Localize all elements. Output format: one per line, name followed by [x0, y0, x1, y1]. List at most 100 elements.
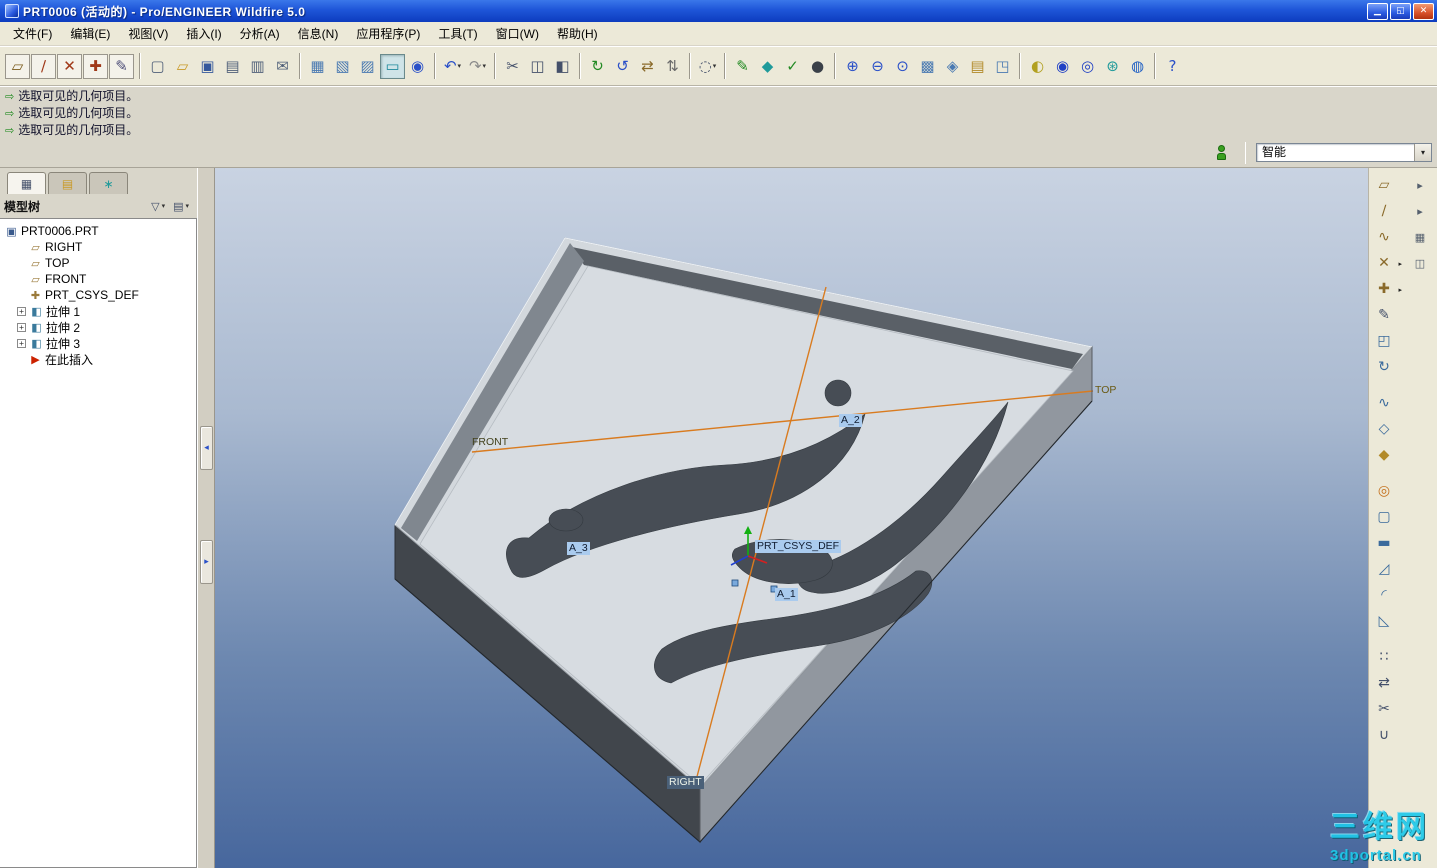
extrude-tool-button[interactable]: ◰ [1372, 329, 1396, 353]
datum-csys-tool-button[interactable]: ✚ ▸ [1372, 277, 1402, 301]
tree-item-extrude-3[interactable]: + ◧ 拉伸 3 [4, 335, 196, 351]
draft-tool-button[interactable]: ◿ [1372, 557, 1396, 581]
print-preview-button[interactable]: ▥ [245, 54, 270, 79]
splitter-expand-button[interactable]: ▸ [200, 540, 213, 584]
datum-axis-display-button[interactable]: ∕ [31, 53, 56, 79]
web-browser-button[interactable]: ◍ [1125, 54, 1150, 79]
print-button[interactable]: ▤ [220, 54, 245, 79]
tree-item-part[interactable]: ▣ PRT0006.PRT [4, 223, 196, 239]
open-file-button[interactable]: ▱ [170, 54, 195, 79]
menu-applications[interactable]: 应用程序(P) [347, 22, 429, 46]
zoom-out-button[interactable]: ⊖ [865, 54, 890, 79]
view-manager-button[interactable]: ◳ [990, 54, 1015, 79]
datum-point-display-button[interactable]: ✕ [57, 53, 82, 79]
regenerate-button[interactable]: ↻ [585, 54, 610, 79]
axis-label-a2[interactable]: A_2 [839, 414, 862, 427]
cutout-hole-a2[interactable] [824, 379, 852, 407]
datum-label-front[interactable]: FRONT [470, 436, 510, 449]
annotation-display-button[interactable]: ✎ [109, 53, 134, 79]
menu-help[interactable]: 帮助(H) [548, 22, 607, 46]
save-file-button[interactable]: ▣ [195, 54, 220, 79]
expand-icon[interactable]: + [17, 322, 26, 332]
shell-tool-button[interactable]: ▢ [1372, 505, 1396, 529]
context-help-button[interactable]: ? [1160, 54, 1185, 79]
menu-tools[interactable]: 工具(T) [429, 22, 486, 46]
datum-csys-display-button[interactable]: ✚ [83, 53, 108, 79]
selection-filter-combo[interactable]: 智能 ▾ [1256, 143, 1432, 162]
merge-tool-button[interactable]: ∪ [1372, 723, 1396, 747]
model-cleanup-button[interactable]: ⇅ [660, 54, 685, 79]
spin-center-button[interactable]: ◉ [405, 54, 430, 79]
flyout-chevron-button[interactable]: ▸ [1409, 200, 1431, 222]
restore-button[interactable]: ◱ [1390, 2, 1411, 20]
datum-label-top[interactable]: TOP [1093, 384, 1118, 397]
tree-item-extrude-1[interactable]: + ◧ 拉伸 1 [4, 303, 196, 319]
axis-label-a1[interactable]: A_1 [775, 588, 798, 601]
3d-viewport[interactable]: FRONT TOP RIGHT PRT_CSYS_DEF A_1 A_2 A_3 [215, 168, 1368, 868]
perspective-view-button[interactable]: ◎ [1075, 54, 1100, 79]
edit-points-button[interactable]: ◆ [755, 54, 780, 79]
datum-plane-tool-button[interactable]: ▱ [1372, 173, 1396, 197]
render-window-button[interactable]: ◉ [1050, 54, 1075, 79]
datum-point-tool-button[interactable]: ✕ ▸ [1372, 251, 1402, 275]
redo-button[interactable]: ↷ ▾ [465, 54, 490, 79]
layers-button[interactable]: ▤ [965, 54, 990, 79]
erase-display-button[interactable]: ▦ [305, 54, 330, 79]
axis-label-a3[interactable]: A_3 [567, 542, 590, 555]
regeneration-manager-button[interactable]: ⇄ [635, 54, 660, 79]
delete-old-versions-button[interactable]: ▧ [330, 54, 355, 79]
shaded-display-button[interactable]: ● [805, 54, 830, 79]
pattern-tool-button[interactable]: ∷ [1372, 645, 1396, 669]
backup-model-button[interactable]: ▨ [355, 54, 380, 79]
round-tool-button[interactable]: ◜ [1372, 583, 1396, 607]
reorient-button[interactable]: ◈ [940, 54, 965, 79]
tab-folder-browser[interactable]: ▤ [48, 172, 87, 194]
copy-button[interactable]: ◫ [525, 54, 550, 79]
tree-settings-button[interactable]: ▤ ▾ [169, 197, 193, 215]
menu-insert[interactable]: 插入(I) [177, 22, 230, 46]
chamfer-tool-button[interactable]: ◺ [1372, 609, 1396, 633]
repaint-button[interactable]: ▩ [915, 54, 940, 79]
mirror-tool-button[interactable]: ⇄ [1372, 671, 1396, 695]
revolve-tool-button[interactable]: ↻ [1372, 355, 1396, 379]
flyout-arrow-icon[interactable]: ▸ [1398, 260, 1402, 268]
trim-tool-button[interactable]: ✂ [1372, 697, 1396, 721]
tree-item-right-plane[interactable]: ▱ RIGHT [4, 239, 196, 255]
undo-button[interactable]: ↶ ▾ [440, 54, 465, 79]
tab-model-tree[interactable]: ▦ [7, 172, 46, 194]
rib-tool-button[interactable]: ▬ [1372, 531, 1396, 555]
search-tool-button[interactable]: ◌ ▾ [695, 54, 720, 79]
appearance-gallery-button[interactable]: ◐ [1025, 54, 1050, 79]
expand-icon[interactable]: + [17, 338, 26, 348]
sketcher-diagnostics-button[interactable]: ✎ [730, 54, 755, 79]
minimize-button[interactable]: ▁ [1367, 2, 1388, 20]
menu-file[interactable]: 文件(F) [4, 22, 61, 46]
splitter-collapse-button[interactable]: ◂ [200, 426, 213, 470]
hole-tool-button[interactable]: ◎ [1372, 479, 1396, 503]
display-style-button[interactable]: ▭ [380, 53, 405, 79]
zoom-in-button[interactable]: ⊕ [840, 54, 865, 79]
datum-plane-display-button[interactable]: ▱ [5, 53, 30, 79]
paste-button[interactable]: ◧ [550, 54, 575, 79]
datum-label-right[interactable]: RIGHT [667, 776, 704, 789]
environment-effects-button[interactable]: ⊛ [1100, 54, 1125, 79]
tree-item-csys[interactable]: ✚ PRT_CSYS_DEF [4, 287, 196, 303]
tab-favorites[interactable]: ∗ [89, 172, 128, 194]
new-file-button[interactable]: ▢ [145, 54, 170, 79]
menu-analysis[interactable]: 分析(A) [231, 22, 289, 46]
close-button[interactable]: ✕ [1413, 2, 1434, 20]
tree-item-top-plane[interactable]: ▱ TOP [4, 255, 196, 271]
flyout-chevron-button[interactable]: ▸ [1409, 174, 1431, 196]
combo-dropdown-button[interactable]: ▾ [1414, 144, 1431, 161]
custom-regenerate-button[interactable]: ↺ [610, 54, 635, 79]
selection-handle[interactable] [731, 579, 739, 587]
flyout-arrow-icon[interactable]: ▸ [1398, 286, 1402, 294]
cut-button[interactable]: ✂ [500, 54, 525, 79]
cutout-hole-a3[interactable] [548, 508, 584, 532]
grid-toggle-button[interactable]: ▦ [1409, 226, 1431, 248]
datum-label-csys[interactable]: PRT_CSYS_DEF [755, 540, 842, 553]
expand-icon[interactable]: + [17, 306, 26, 316]
datum-axis-tool-button[interactable]: ∕ [1372, 199, 1396, 223]
tree-item-insert-here[interactable]: ▶ 在此插入 [4, 351, 196, 367]
style-tool-button[interactable]: ◆ [1372, 443, 1396, 467]
